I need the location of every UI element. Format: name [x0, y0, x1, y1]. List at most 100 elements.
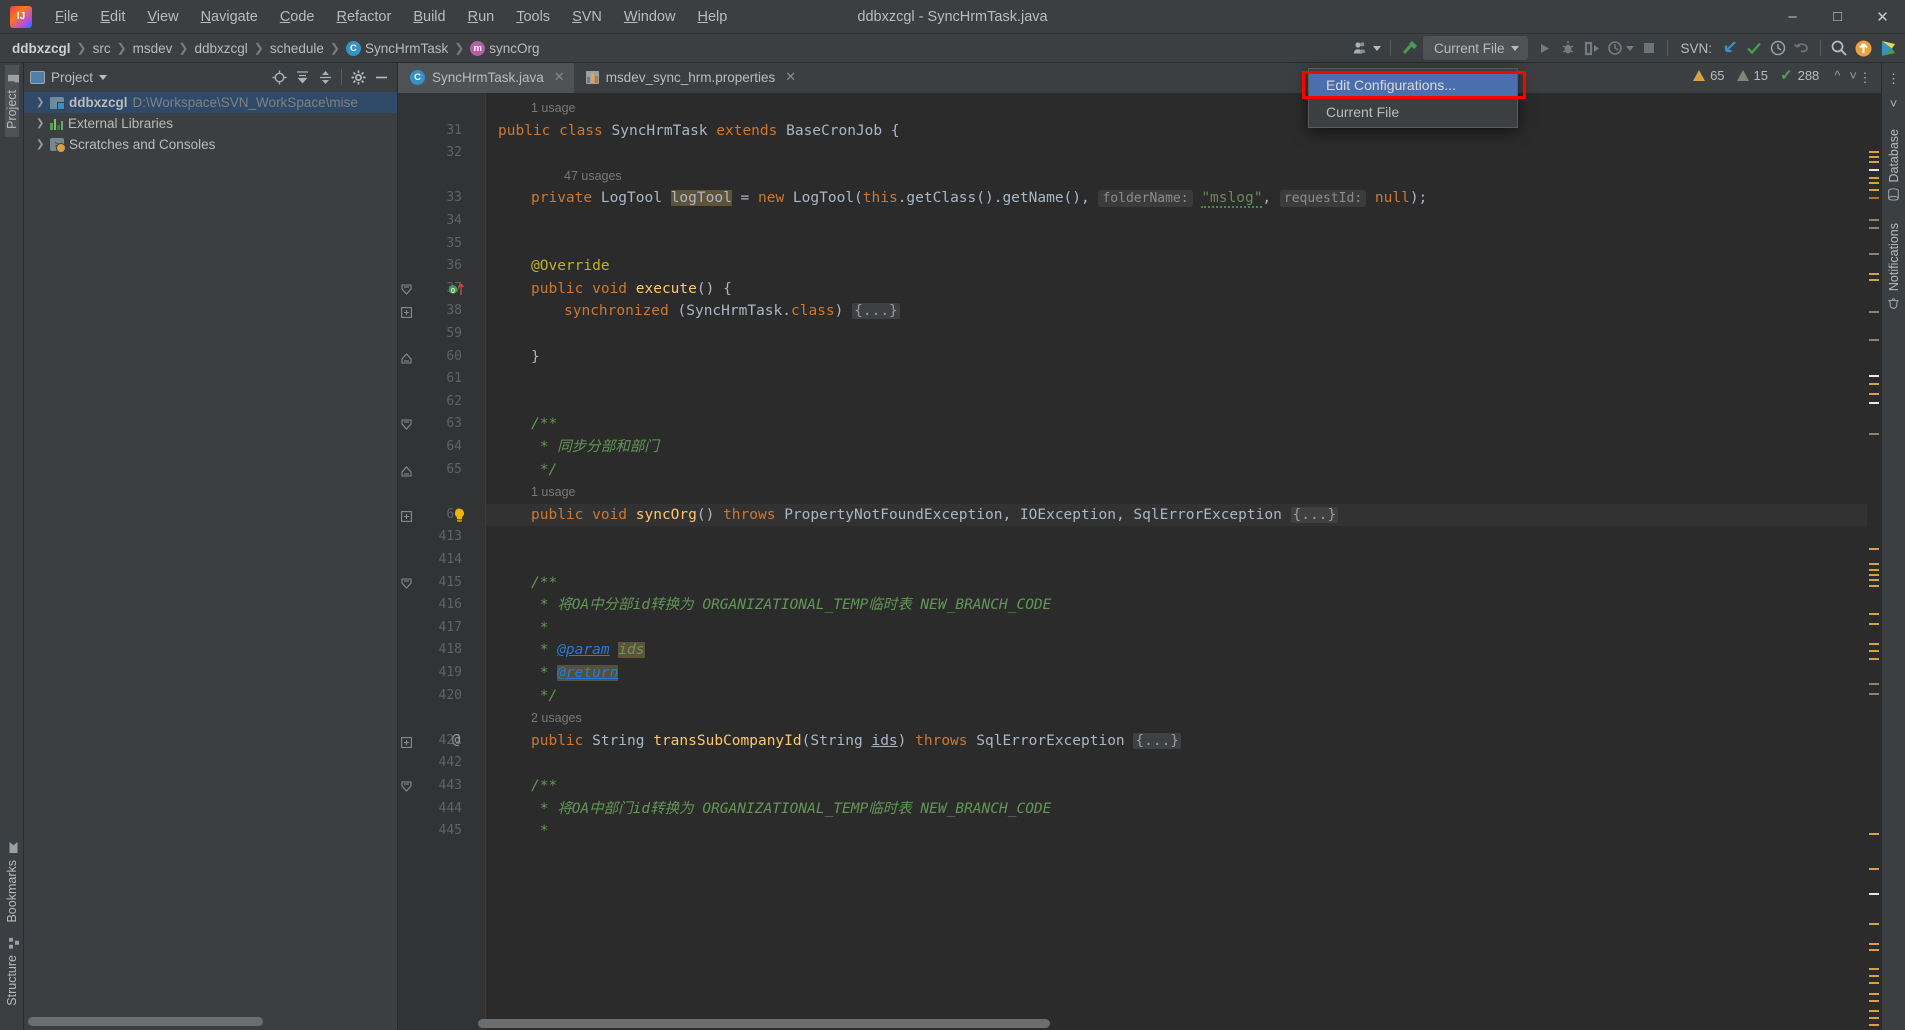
- debug-icon[interactable]: [1556, 36, 1580, 60]
- inspection-marker[interactable]: [1869, 579, 1879, 581]
- menu-refactor[interactable]: Refactor: [326, 6, 403, 28]
- code-line[interactable]: }: [486, 346, 1867, 369]
- menu-edit[interactable]: Edit: [89, 6, 136, 28]
- inspection-marker[interactable]: [1869, 643, 1879, 645]
- intention-bulb-icon[interactable]: [453, 508, 466, 526]
- sidebar-item-notifications[interactable]: Notifications: [1887, 215, 1901, 317]
- more-vertical-icon[interactable]: ⋮: [1884, 69, 1904, 89]
- close-icon[interactable]: ✕: [1860, 0, 1905, 33]
- code-line[interactable]: [486, 549, 1867, 572]
- scrollbar-thumb[interactable]: [478, 1019, 1050, 1028]
- inspection-marker[interactable]: [1869, 563, 1879, 565]
- code-line[interactable]: 47 usages: [486, 165, 1867, 188]
- inspection-marker[interactable]: [1869, 156, 1879, 158]
- menu-run[interactable]: Run: [457, 6, 506, 28]
- inspection-marker[interactable]: [1869, 923, 1879, 925]
- menu-build[interactable]: Build: [402, 6, 456, 28]
- close-icon[interactable]: ✕: [554, 69, 565, 85]
- fold-end-icon[interactable]: [401, 464, 412, 482]
- breadcrumb-item-4[interactable]: schedule: [266, 39, 328, 58]
- inspection-marker[interactable]: [1869, 227, 1879, 229]
- inspection-marker[interactable]: [1869, 1024, 1879, 1026]
- sidebar-item-project[interactable]: Project: [4, 65, 19, 137]
- code-line[interactable]: /**: [486, 413, 1867, 436]
- breadcrumb-item-6[interactable]: m syncOrg: [466, 39, 543, 58]
- code-line[interactable]: * 将OA中分部id转换为 ORGANIZATIONAL_TEMP临时表 NEW…: [486, 594, 1867, 617]
- plugin-icon[interactable]: [1876, 36, 1901, 60]
- inspection-marker[interactable]: [1869, 613, 1879, 615]
- inspection-marker[interactable]: [1869, 1010, 1879, 1012]
- close-icon[interactable]: ✕: [785, 69, 796, 85]
- tree-node-ddbxzcgl[interactable]: ❯ ddbxzcgl D:\Workspace\SVN_WorkSpace\mi…: [24, 92, 397, 113]
- inspection-marker[interactable]: [1869, 151, 1879, 153]
- code-line[interactable]: @Override: [486, 255, 1867, 278]
- run-configuration-selector[interactable]: Current File: [1422, 36, 1529, 60]
- override-method-icon[interactable]: O: [448, 282, 466, 300]
- inspection-marker[interactable]: [1869, 982, 1879, 984]
- project-horizontal-scrollbar[interactable]: [28, 1017, 394, 1026]
- code-line[interactable]: * @return: [486, 662, 1867, 685]
- code-line[interactable]: 1 usage: [486, 481, 1867, 504]
- code-line[interactable]: [486, 210, 1867, 233]
- inspection-marker[interactable]: [1869, 943, 1879, 945]
- profiler-icon[interactable]: [1604, 36, 1637, 60]
- inspection-marker[interactable]: [1869, 693, 1879, 695]
- chevron-down-icon[interactable]: ˅: [1847, 68, 1859, 83]
- inspection-marker[interactable]: [1869, 833, 1879, 835]
- inspection-overview-gutter[interactable]: [1867, 93, 1881, 1030]
- fold-collapse-icon[interactable]: [401, 418, 412, 436]
- inspection-marker[interactable]: [1869, 893, 1879, 895]
- inspection-marker[interactable]: [1869, 219, 1879, 221]
- inspection-marker[interactable]: [1869, 975, 1879, 977]
- fold-collapse-icon[interactable]: [401, 283, 412, 301]
- menu-item-current-file[interactable]: Current File: [1309, 98, 1517, 125]
- code-editor[interactable]: 1 usage public class SyncHrmTask extends …: [486, 93, 1867, 1030]
- svn-history-icon[interactable]: [1766, 36, 1790, 60]
- fold-expand-icon[interactable]: [401, 735, 412, 753]
- code-line[interactable]: public String transSubCompanyId(String i…: [486, 730, 1867, 753]
- menu-navigate[interactable]: Navigate: [190, 6, 269, 28]
- inspection-marker[interactable]: [1869, 650, 1879, 652]
- breadcrumb-item-0[interactable]: ddbxzcgl: [8, 39, 75, 58]
- menu-code[interactable]: Code: [269, 6, 326, 28]
- inspection-marker[interactable]: [1869, 1000, 1879, 1002]
- inspection-marker[interactable]: [1869, 402, 1879, 404]
- code-line[interactable]: [486, 391, 1867, 414]
- code-line[interactable]: public void syncOrg() throws PropertyNot…: [486, 503, 1867, 527]
- chevron-right-icon[interactable]: ❯: [36, 139, 45, 150]
- run-with-coverage-icon[interactable]: [1580, 36, 1604, 60]
- sidebar-item-structure[interactable]: Structure: [5, 930, 19, 1014]
- settings-gear-icon[interactable]: [348, 67, 368, 87]
- menu-item-edit-configurations[interactable]: Edit Configurations...: [1309, 71, 1517, 98]
- code-line[interactable]: * @param ids: [486, 639, 1867, 662]
- minimize-icon[interactable]: –: [1770, 0, 1815, 33]
- inspection-marker[interactable]: [1869, 548, 1879, 550]
- inspection-marker[interactable]: [1869, 253, 1879, 255]
- sidebar-item-database[interactable]: Database: [1887, 121, 1901, 209]
- inspection-marker[interactable]: [1869, 993, 1879, 995]
- menu-window[interactable]: Window: [613, 6, 687, 28]
- inspection-marker[interactable]: [1869, 658, 1879, 660]
- tree-node-external-libraries[interactable]: ❯ External Libraries: [24, 113, 397, 134]
- stop-icon[interactable]: [1637, 36, 1661, 60]
- code-line[interactable]: [486, 526, 1867, 549]
- code-line[interactable]: [486, 323, 1867, 346]
- fold-collapse-icon[interactable]: [401, 780, 412, 798]
- editor-gutter[interactable]: 31323334353637O3859606162636465664134144…: [398, 93, 470, 1030]
- fold-expand-icon[interactable]: [401, 509, 412, 527]
- code-line[interactable]: 2 usages: [486, 707, 1867, 730]
- menu-file[interactable]: File: [44, 6, 89, 28]
- expand-all-icon[interactable]: [292, 67, 312, 87]
- inspection-widget[interactable]: 65 15 ✓ 288 ^ ˅: [1693, 66, 1859, 84]
- inspection-marker[interactable]: [1869, 683, 1879, 685]
- menu-svn[interactable]: SVN: [561, 6, 613, 28]
- inspection-marker[interactable]: [1869, 1017, 1879, 1019]
- tree-node-scratches-and-consoles[interactable]: ❯ > Scratches and Consoles: [24, 134, 397, 155]
- svn-update-icon[interactable]: [1718, 36, 1742, 60]
- inspection-marker[interactable]: [1869, 375, 1879, 377]
- code-line[interactable]: * 同步分部和部门: [486, 436, 1867, 459]
- chevron-down-icon[interactable]: [99, 74, 108, 80]
- code-line[interactable]: 1 usage: [486, 97, 1867, 120]
- inspection-marker[interactable]: [1869, 197, 1879, 199]
- sidebar-item-bookmarks[interactable]: Bookmarks: [5, 835, 19, 931]
